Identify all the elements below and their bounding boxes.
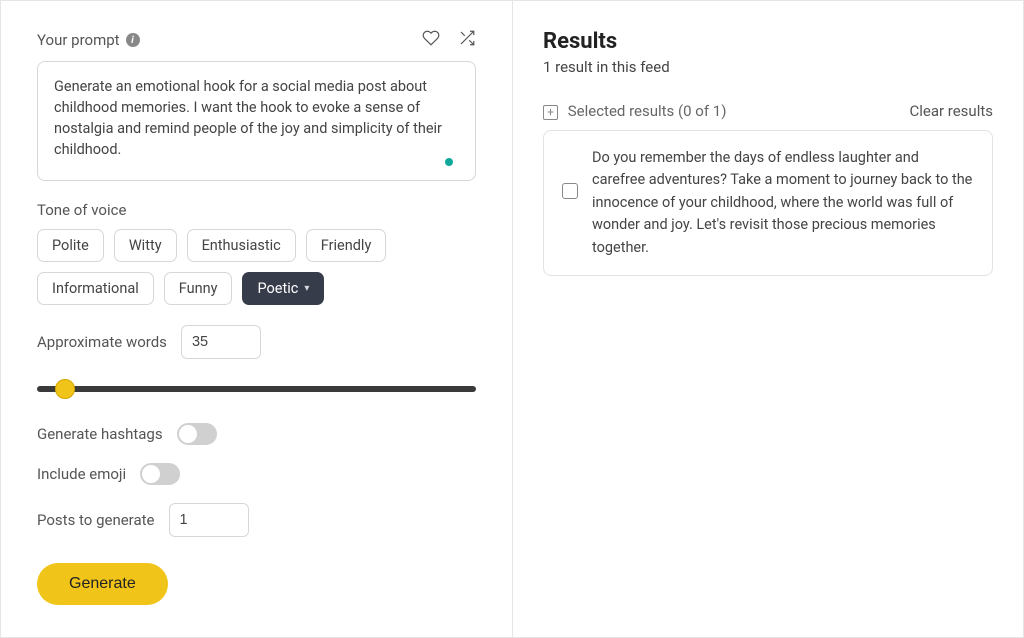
- hashtags-toggle[interactable]: [177, 423, 217, 445]
- results-subtitle: 1 result in this feed: [543, 58, 993, 76]
- result-text: Do you remember the days of endless laug…: [592, 147, 974, 259]
- clear-results-link[interactable]: Clear results: [909, 102, 993, 120]
- tone-chip-funny[interactable]: Funny: [164, 272, 233, 305]
- result-item: Do you remember the days of endless laug…: [543, 130, 993, 276]
- tone-label: Tone of voice: [37, 201, 476, 219]
- selected-results-toggle[interactable]: + Selected results (0 of 1): [543, 102, 726, 120]
- results-panel: Results 1 result in this feed + Selected…: [513, 1, 1023, 637]
- input-panel: Your prompt i Generate an emotional hook…: [1, 1, 513, 637]
- emoji-label: Include emoji: [37, 465, 126, 483]
- tone-chip-enthusiastic[interactable]: Enthusiastic: [187, 229, 296, 262]
- words-slider[interactable]: [37, 379, 476, 397]
- results-title: Results: [543, 29, 993, 54]
- result-checkbox[interactable]: [562, 183, 578, 199]
- posts-input[interactable]: [169, 503, 249, 537]
- emoji-toggle[interactable]: [140, 463, 180, 485]
- tone-chip-polite[interactable]: Polite: [37, 229, 104, 262]
- tone-chip-poetic[interactable]: Poetic ▾: [242, 272, 324, 305]
- tone-chip-informational[interactable]: Informational: [37, 272, 154, 305]
- tone-chip-witty[interactable]: Witty: [114, 229, 177, 262]
- chevron-down-icon: ▾: [304, 283, 309, 294]
- prompt-label: Your prompt: [37, 31, 120, 49]
- approx-words-input[interactable]: [181, 325, 261, 359]
- tone-chip-group: Polite Witty Enthusiastic Friendly Infor…: [37, 229, 476, 305]
- favorite-icon[interactable]: [422, 29, 440, 51]
- posts-label: Posts to generate: [37, 511, 155, 529]
- selected-results-label: Selected results (0 of 1): [568, 102, 727, 120]
- hashtags-label: Generate hashtags: [37, 425, 163, 443]
- expand-icon: +: [543, 105, 558, 120]
- cursor-indicator: [445, 158, 453, 166]
- info-icon[interactable]: i: [126, 33, 140, 47]
- generate-button[interactable]: Generate: [37, 563, 168, 605]
- prompt-text: Generate an emotional hook for a social …: [54, 78, 442, 158]
- tone-chip-friendly[interactable]: Friendly: [306, 229, 387, 262]
- shuffle-icon[interactable]: [458, 29, 476, 51]
- slider-track: [37, 386, 476, 392]
- slider-thumb[interactable]: [55, 379, 75, 399]
- prompt-textarea[interactable]: Generate an emotional hook for a social …: [37, 61, 476, 181]
- approx-words-label: Approximate words: [37, 333, 167, 351]
